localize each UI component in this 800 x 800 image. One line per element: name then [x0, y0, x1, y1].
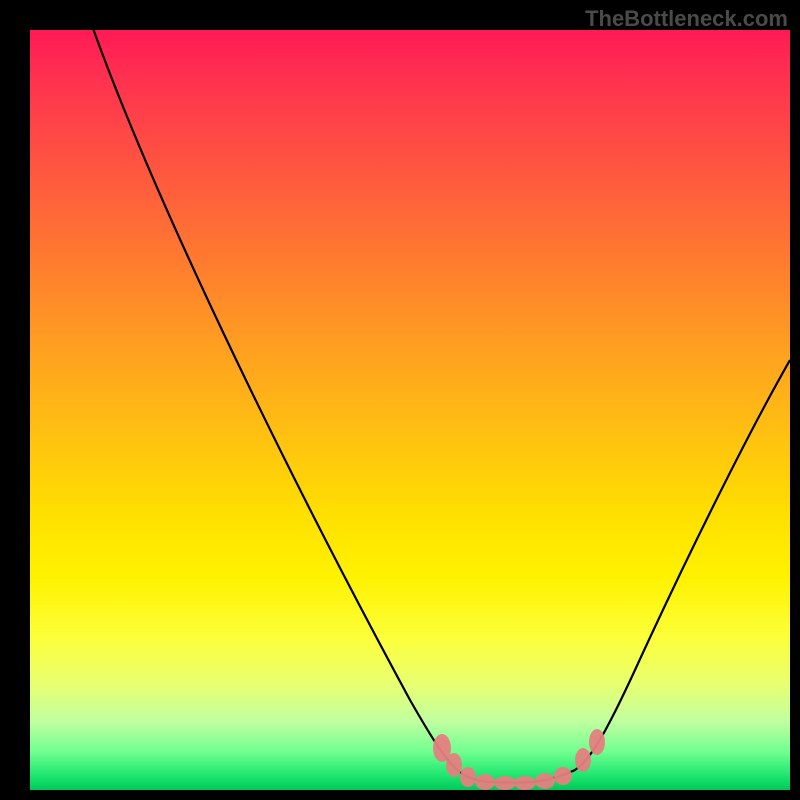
plot-area	[30, 30, 790, 790]
bottleneck-curve	[90, 30, 790, 783]
watermark-text: TheBottleneck.com	[585, 6, 788, 32]
chart-svg	[30, 30, 790, 790]
optimal-zone-markers	[433, 729, 605, 790]
